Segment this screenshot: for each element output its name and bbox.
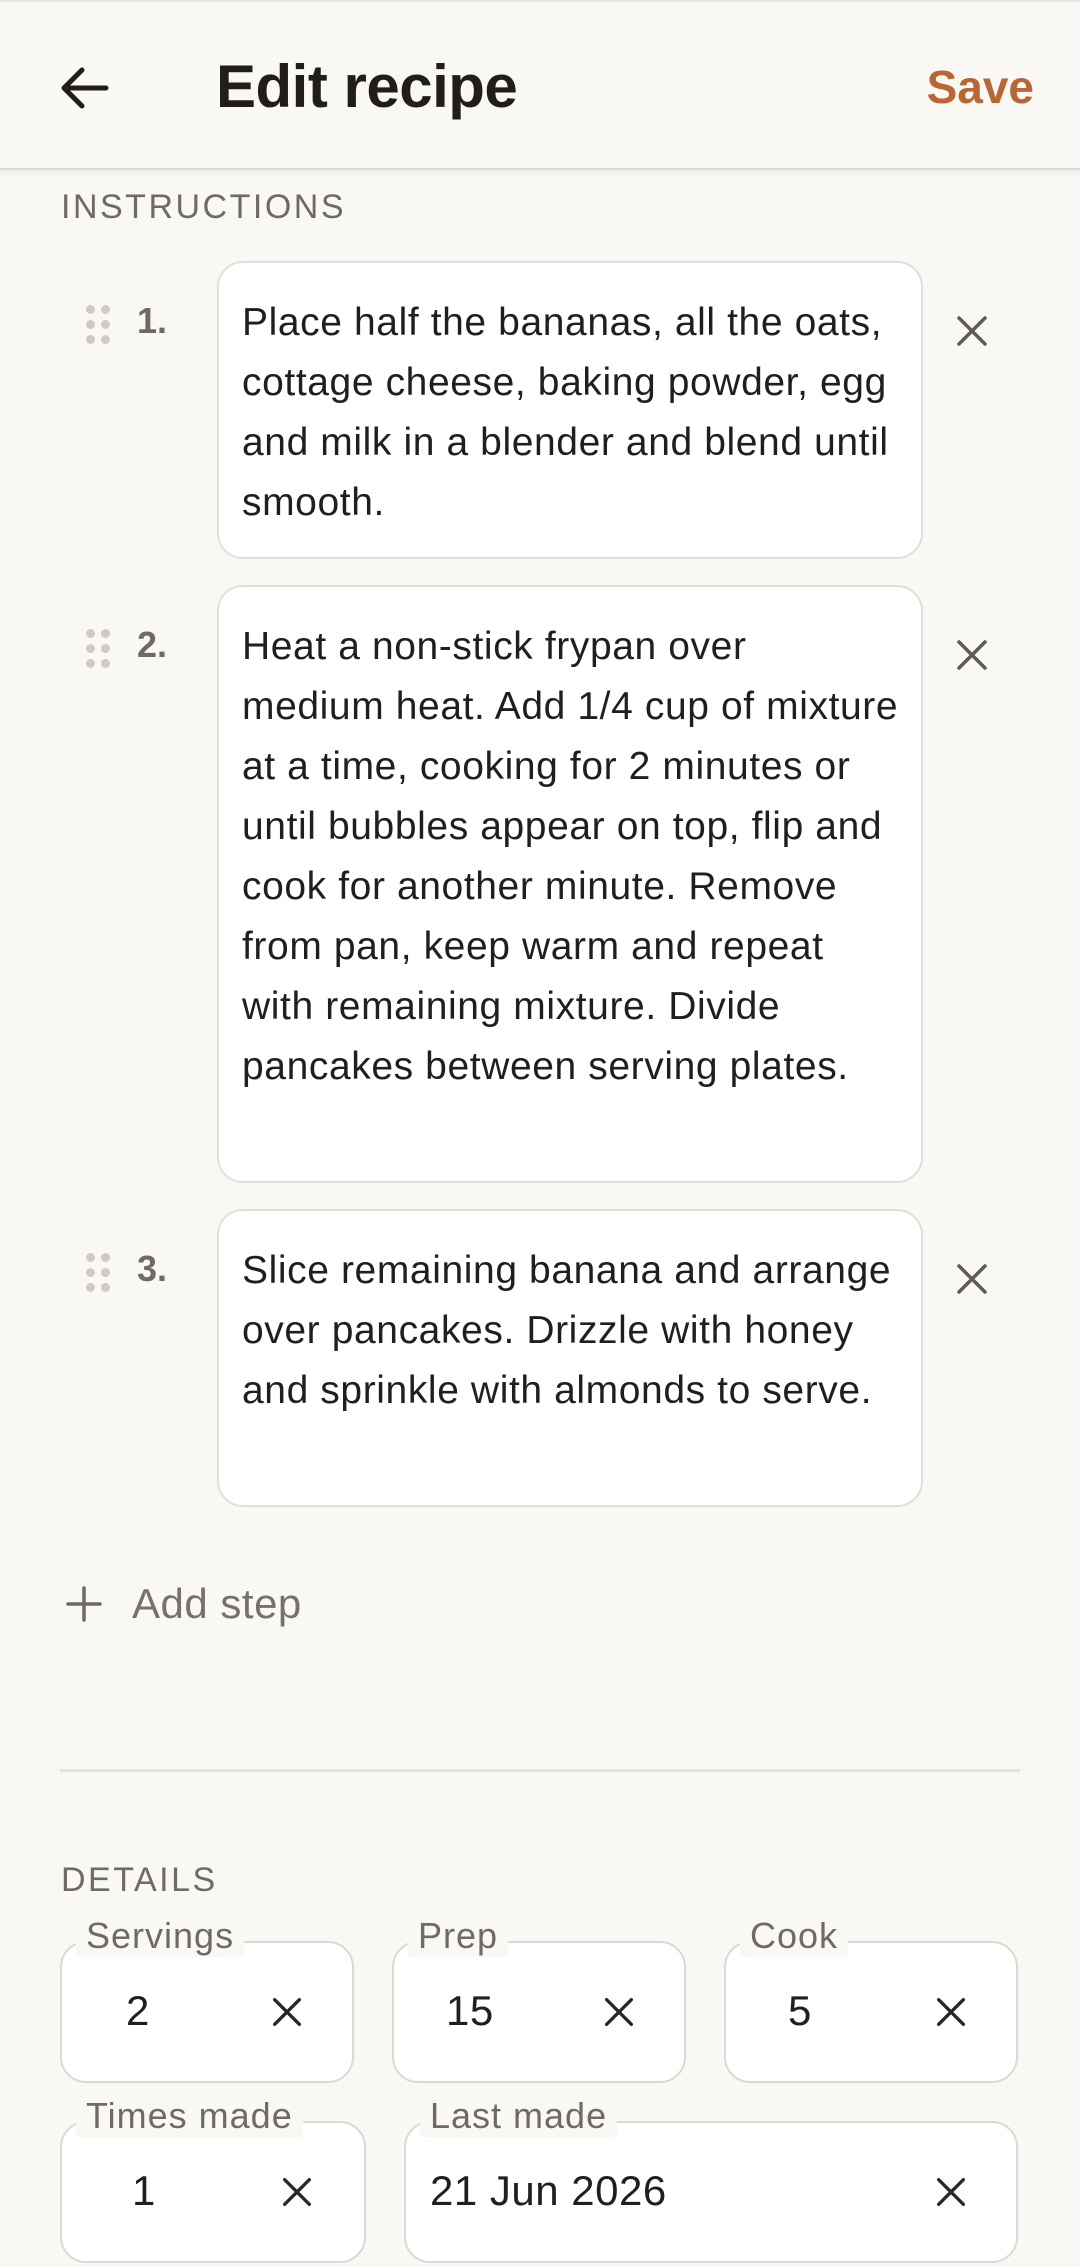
last-made-label: Last made [420, 2095, 618, 2137]
clear-icon[interactable] [600, 1993, 638, 2031]
close-icon[interactable] [952, 635, 992, 675]
drag-handle-icon[interactable] [86, 305, 112, 345]
prep-field[interactable]: Prep 15 [392, 1915, 686, 2083]
servings-field[interactable]: Servings 2 [60, 1915, 354, 2083]
last-made-value[interactable]: 21 Jun 2026 [430, 2167, 667, 2215]
last-made-field[interactable]: Last made 21 Jun 2026 [404, 2095, 1018, 2263]
section-divider [60, 1769, 1020, 1772]
add-step-button[interactable]: Add step [64, 1576, 302, 1632]
cook-label: Cook [740, 1915, 849, 1957]
prep-label: Prep [408, 1915, 509, 1957]
step-number: 3. [137, 1248, 168, 1289]
drag-handle-icon[interactable] [86, 629, 112, 669]
details-section-label: DETAILS [61, 1861, 218, 1899]
clear-icon[interactable] [932, 2173, 970, 2211]
close-icon[interactable] [952, 311, 992, 351]
plus-icon [66, 1586, 102, 1622]
servings-label: Servings [76, 1915, 245, 1957]
drag-handle-icon[interactable] [86, 1253, 112, 1293]
close-icon[interactable] [952, 1259, 992, 1299]
cook-value[interactable]: 5 [788, 1987, 812, 2035]
step-text-field[interactable]: Place half the bananas, all the oats, co… [217, 261, 923, 559]
add-step-label: Add step [132, 1580, 302, 1627]
top-app-bar: Edit recipe Save [0, 0, 1080, 170]
step-text-field[interactable]: Heat a non-stick frypan over medium heat… [217, 585, 923, 1183]
cook-field[interactable]: Cook 5 [724, 1915, 1018, 2083]
back-button[interactable] [52, 56, 116, 120]
page-title: Edit recipe [216, 53, 518, 120]
step-number: 2. [137, 624, 168, 665]
clear-icon[interactable] [268, 1993, 306, 2031]
times-made-label: Times made [76, 2095, 303, 2137]
step-number: 1. [137, 300, 168, 341]
times-made-value[interactable]: 1 [132, 2167, 156, 2215]
clear-icon[interactable] [278, 2173, 316, 2211]
save-button[interactable]: Save [927, 60, 1034, 114]
clear-icon[interactable] [932, 1993, 970, 2031]
instructions-section-label: INSTRUCTIONS [61, 188, 346, 226]
arrow-left-icon [61, 67, 109, 109]
times-made-field[interactable]: Times made 1 [60, 2095, 366, 2263]
servings-value[interactable]: 2 [126, 1987, 150, 2035]
step-text-field[interactable]: Slice remaining banana and arrange over … [217, 1209, 923, 1507]
prep-value[interactable]: 15 [446, 1987, 494, 2035]
